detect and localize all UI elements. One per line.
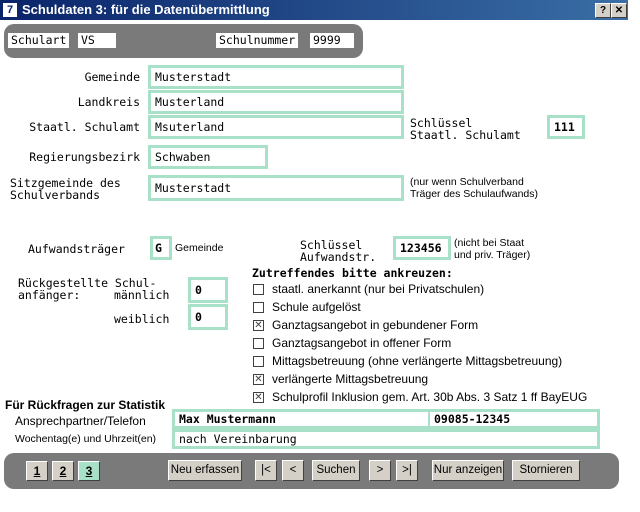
- schluessel-aufwand-note-2: und priv. Träger): [454, 249, 531, 261]
- title-bar: 7 Schuldaten 3: für die Datenübermittlun…: [0, 0, 628, 20]
- checkbox-label: Ganztagsangebot in gebundener Form: [272, 318, 479, 332]
- suchen-button[interactable]: Suchen: [312, 460, 360, 481]
- weiblich-label: weiblich: [114, 312, 170, 326]
- checkbox-label: Ganztagsangebot in offener Form: [272, 336, 452, 350]
- maennlich-field[interactable]: 0: [188, 277, 228, 303]
- schulnummer-label: Schulnummer: [216, 33, 299, 48]
- sitzgemeinde-note: (nur wenn Schulverband: [410, 176, 524, 188]
- gemeinde-field[interactable]: Musterstadt: [148, 65, 404, 89]
- help-button[interactable]: ?: [595, 3, 611, 18]
- schulart-field[interactable]: VS: [78, 33, 116, 48]
- schulart-label: Schulart: [8, 33, 70, 48]
- gemeinde-label: Gemeinde: [84, 70, 140, 84]
- app-icon[interactable]: 7: [3, 3, 17, 17]
- window-edge: [628, 0, 640, 512]
- regierungsbezirk-field[interactable]: Schwaben: [148, 145, 268, 169]
- checkbox-label: verlängerte Mittagsbetreuung: [272, 372, 429, 386]
- sitzgemeinde-note-2: Träger des Schulaufwands): [410, 188, 539, 200]
- checkbox-inklusion[interactable]: ✕: [253, 392, 264, 403]
- checkbox-schule-aufgeloest[interactable]: [253, 302, 264, 313]
- landkreis-field[interactable]: Musterland: [148, 90, 404, 114]
- checklist-heading: Zutreffendes bitte ankreuzen:: [252, 266, 453, 280]
- page-3-button[interactable]: 3: [78, 461, 100, 481]
- landkreis-label: Landkreis: [77, 95, 140, 109]
- aufwandstraeger-label: Aufwandsträger: [28, 242, 125, 256]
- aufwandstraeger-field[interactable]: G: [150, 236, 172, 260]
- stornieren-button[interactable]: Stornieren: [512, 460, 580, 481]
- checkbox-staatl-anerkannt[interactable]: [253, 284, 264, 295]
- checkbox-verl-mittagsbetreuung[interactable]: ✕: [253, 374, 264, 385]
- page-2-button[interactable]: 2: [52, 461, 74, 481]
- close-button[interactable]: ✕: [611, 3, 627, 18]
- regierungsbezirk-label: Regierungsbezirk: [29, 150, 140, 164]
- contact-phone-field[interactable]: 09085-12345: [428, 409, 600, 429]
- schulnummer-field[interactable]: 9999: [310, 33, 354, 48]
- window-title: Schuldaten 3: für die Datenübermittlung: [22, 2, 270, 17]
- schulamt-label: Staatl. Schulamt: [29, 120, 140, 134]
- checkbox-mittagsbetreuung[interactable]: [253, 356, 264, 367]
- prev-record-button[interactable]: <: [282, 460, 304, 481]
- neu-erfassen-button[interactable]: Neu erfassen: [168, 460, 242, 481]
- schluessel-aufwand-field[interactable]: 123456: [393, 236, 451, 260]
- contact-time-field[interactable]: nach Vereinbarung: [172, 429, 600, 449]
- contact-time-label: Wochentag(e) und Uhrzeit(en): [15, 433, 157, 445]
- next-record-button[interactable]: >: [369, 460, 391, 481]
- checkbox-label: Mittagsbetreuung (ohne verlängerte Mitta…: [272, 354, 563, 368]
- checkbox-label: Schulprofil Inklusion gem. Art. 30b Abs.…: [272, 390, 588, 404]
- schluessel-schulamt-label-2: Staatl. Schulamt: [410, 128, 521, 142]
- rueckgestellt-label-2: anfänger:: [18, 288, 81, 302]
- checkbox-ganztag-offen[interactable]: [253, 338, 264, 349]
- contact-person-label: Ansprechpartner/Telefon: [15, 414, 146, 428]
- nur-anzeigen-button[interactable]: Nur anzeigen: [432, 460, 504, 481]
- page-1-button[interactable]: 1: [26, 461, 48, 481]
- weiblich-field[interactable]: 0: [188, 304, 228, 330]
- checkbox-ganztag-gebunden[interactable]: ✕: [253, 320, 264, 331]
- contact-heading: Für Rückfragen zur Statistik: [5, 398, 166, 412]
- sitzgemeinde-field[interactable]: Musterstadt: [148, 175, 404, 201]
- sitzgemeinde-label-2: Schulverbands: [10, 188, 101, 202]
- checkbox-label: Schule aufgelöst: [272, 300, 361, 314]
- checkbox-label: staatl. anerkannt (nur bei Privatschulen…: [272, 282, 485, 296]
- first-record-button[interactable]: |<: [255, 460, 277, 481]
- last-record-button[interactable]: >|: [396, 460, 418, 481]
- schulamt-field[interactable]: Msuterland: [148, 115, 404, 139]
- schluessel-aufwand-label-2: Aufwandstr.: [300, 250, 377, 264]
- aufwandstraeger-text: Gemeinde: [175, 242, 224, 254]
- schluessel-aufwand-note: (nicht bei Staat: [454, 237, 525, 249]
- maennlich-label: männlich: [114, 288, 170, 302]
- schluessel-schulamt-field[interactable]: 111: [547, 115, 585, 139]
